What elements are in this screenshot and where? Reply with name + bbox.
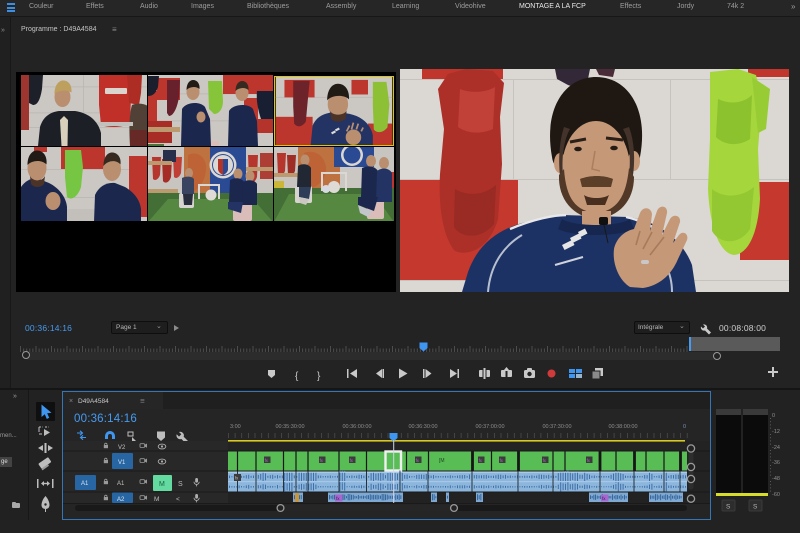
svg-text:-24: -24 xyxy=(772,445,780,451)
svg-text:M: M xyxy=(159,481,165,488)
svg-text:≡: ≡ xyxy=(140,397,145,406)
svg-text:[M: [M xyxy=(439,458,445,464)
svg-text:-12: -12 xyxy=(772,429,780,435)
svg-text:00:36:30:00: 00:36:30:00 xyxy=(408,424,437,430)
svg-text:-48: -48 xyxy=(772,476,780,482)
svg-text:0: 0 xyxy=(683,424,686,430)
svg-text:V2: V2 xyxy=(118,445,126,451)
svg-text:S: S xyxy=(753,504,758,511)
svg-text:S: S xyxy=(726,504,731,511)
svg-text:00:36:14:16: 00:36:14:16 xyxy=(74,413,137,425)
svg-text:M: M xyxy=(154,496,159,503)
svg-text:D49A4584: D49A4584 xyxy=(78,398,109,405)
svg-text:V1: V1 xyxy=(118,460,126,466)
svg-text:00:37:00:00: 00:37:00:00 xyxy=(475,424,504,430)
svg-text:00:38:00:00: 00:38:00:00 xyxy=(608,424,637,430)
svg-text:×: × xyxy=(69,398,73,405)
svg-text:A2: A2 xyxy=(117,497,125,503)
svg-text:{: { xyxy=(295,371,299,382)
svg-text:0: 0 xyxy=(772,413,775,419)
svg-text:S: S xyxy=(178,481,183,488)
svg-text:}: } xyxy=(317,371,321,382)
svg-text:A1: A1 xyxy=(117,481,125,487)
svg-text:00:35:30:00: 00:35:30:00 xyxy=(275,424,304,430)
svg-text:-36: -36 xyxy=(772,460,780,466)
svg-text:A1: A1 xyxy=(81,481,89,487)
svg-text:00:37:30:00: 00:37:30:00 xyxy=(542,424,571,430)
svg-text:00:36:00:00: 00:36:00:00 xyxy=(342,424,371,430)
svg-text:<: < xyxy=(176,496,180,503)
svg-text:3:00: 3:00 xyxy=(230,424,241,430)
svg-text:-60: -60 xyxy=(772,492,780,498)
